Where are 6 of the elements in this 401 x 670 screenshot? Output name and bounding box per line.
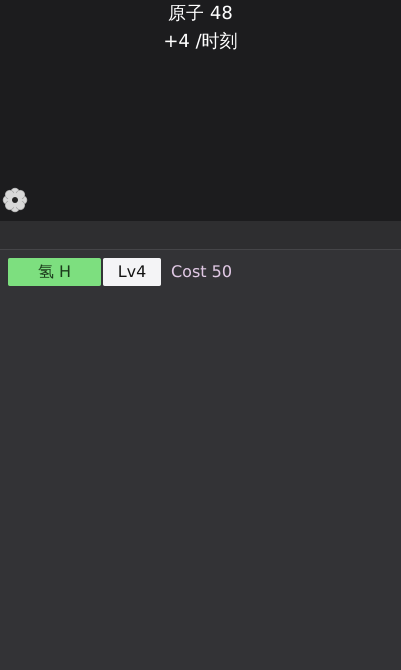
level-button[interactable]: Lv4	[103, 258, 161, 286]
settings-icon[interactable]	[1, 186, 29, 214]
production-rate: +4 /时刻	[163, 30, 238, 54]
element-button[interactable]: 氢 H	[8, 258, 101, 286]
cost-label: Cost 50	[171, 261, 232, 283]
resource-count: 原子 48	[168, 2, 233, 26]
